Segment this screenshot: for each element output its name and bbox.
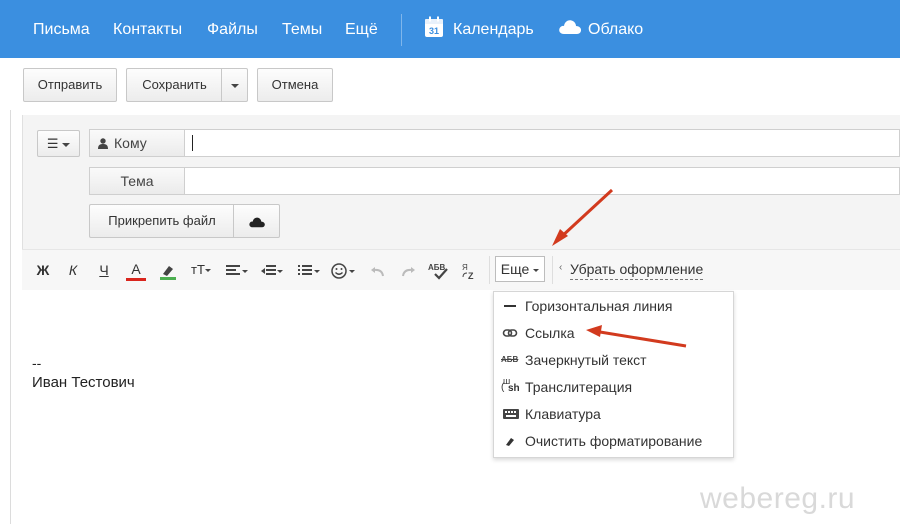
link-icon	[502, 329, 518, 337]
marker-icon	[160, 266, 176, 281]
top-navigation-bar: Письма Контакты Файлы Темы Ещё 31 Календ…	[0, 0, 900, 58]
attach-from-cloud-button[interactable]	[233, 204, 280, 238]
undo-icon	[371, 267, 384, 277]
menu-item-label: Горизонтальная линия	[525, 298, 673, 314]
nav-divider	[401, 14, 402, 46]
calendar-day: 31	[429, 26, 439, 36]
transliterate-toolbar-button[interactable]: Я Z	[460, 259, 478, 281]
chevron-down-icon	[62, 142, 71, 147]
subject-input[interactable]	[185, 167, 900, 195]
signature-name: Иван Тестович	[32, 374, 135, 391]
menu-item-strikethrough[interactable]: АБВ Зачеркнутый текст	[494, 347, 733, 373]
more-formatting-label: Еще	[500, 261, 530, 277]
chevron-down-icon	[204, 269, 211, 273]
to-input[interactable]	[185, 129, 900, 157]
chevron-left-icon: ‹	[559, 262, 563, 273]
text-cursor	[192, 135, 193, 151]
menu-item-label: Транслитерация	[525, 379, 633, 395]
indent-button[interactable]	[260, 259, 284, 281]
numbered-list-icon	[298, 265, 320, 276]
menu-item-label: Очистить форматирование	[525, 433, 703, 449]
menu-item-label: Ссылка	[525, 325, 575, 341]
nav-calendar[interactable]: Календарь	[453, 19, 534, 41]
chevron-down-icon	[533, 268, 540, 272]
menu-item-clear-formatting[interactable]: Очистить форматирование	[494, 428, 733, 454]
more-formatting-button[interactable]: Еще	[495, 256, 545, 282]
font-size-icon: тT	[191, 262, 205, 277]
nav-cloud[interactable]: Облако	[588, 19, 643, 41]
subject-field-label: Тема	[89, 167, 185, 195]
horizontal-line-icon	[504, 305, 516, 307]
redo-icon	[402, 267, 415, 277]
eraser-icon	[506, 438, 514, 446]
highlight-color-button[interactable]	[157, 259, 179, 281]
spellcheck-button[interactable]: АБВ	[427, 259, 455, 281]
signature-separator: --	[32, 355, 42, 371]
chevron-down-icon	[230, 83, 239, 88]
calendar-icon[interactable]: 31	[424, 16, 444, 38]
cloud-icon	[248, 217, 265, 227]
nav-files[interactable]: Файлы	[207, 19, 258, 41]
formatting-toolbar: Ж К Ч А тT АБВ Я Z	[22, 249, 900, 291]
menu-item-label: Зачеркнутый текст	[525, 352, 647, 368]
bold-button[interactable]: Ж	[34, 259, 52, 281]
fields-menu-button[interactable]: ☰	[37, 130, 80, 157]
redo-button[interactable]	[399, 259, 417, 281]
emoji-button[interactable]	[330, 259, 358, 281]
indent-icon	[261, 265, 283, 276]
to-field-label: Кому	[114, 135, 147, 151]
align-button[interactable]	[225, 259, 249, 281]
to-field-label-box: Кому	[89, 129, 185, 157]
toolbar-divider	[552, 256, 553, 284]
remove-formatting-link[interactable]: Убрать оформление	[570, 259, 704, 280]
transliteration-icon: ш sh (	[501, 376, 520, 394]
font-size-button[interactable]: тT	[189, 259, 213, 281]
toolbar-divider	[489, 256, 490, 284]
text-color-button[interactable]: А	[126, 260, 146, 281]
menu-item-link[interactable]: Ссылка	[494, 320, 733, 346]
spellcheck-icon: АБВ	[428, 263, 448, 280]
smiley-icon	[331, 263, 355, 280]
menu-item-transliteration[interactable]: ш sh ( Транслитерация	[494, 374, 733, 400]
person-icon	[98, 138, 108, 149]
cancel-button[interactable]: Отмена	[257, 68, 333, 102]
watermark: webereg.ru	[700, 482, 856, 515]
nav-mail[interactable]: Письма	[33, 19, 90, 41]
keyboard-icon	[503, 409, 519, 419]
transliteration-icon: Я Z	[462, 263, 474, 281]
save-options-dropdown[interactable]	[221, 68, 248, 102]
menu-item-label: Клавиатура	[525, 406, 601, 422]
attach-file-button[interactable]: Прикрепить файл	[89, 204, 234, 238]
svg-text:Z: Z	[468, 271, 474, 280]
list-icon: ☰	[46, 136, 59, 151]
left-panel-edge	[0, 110, 11, 524]
save-button[interactable]: Сохранить	[126, 68, 222, 102]
more-formatting-menu: Горизонтальная линия Ссылка АБВ Зачеркну…	[493, 291, 734, 458]
menu-item-horizontal-line[interactable]: Горизонтальная линия	[494, 293, 733, 319]
nav-contacts[interactable]: Контакты	[113, 19, 182, 41]
svg-text:АБВ: АБВ	[428, 263, 446, 272]
nav-more[interactable]: Ещё	[345, 19, 378, 41]
cloud-icon[interactable]	[558, 18, 582, 35]
list-button[interactable]	[297, 259, 321, 281]
menu-item-keyboard[interactable]: Клавиатура	[494, 401, 733, 427]
undo-button[interactable]	[369, 259, 387, 281]
underline-button[interactable]: Ч	[95, 259, 113, 281]
italic-button[interactable]: К	[64, 259, 82, 281]
align-left-icon	[226, 265, 248, 276]
strikethrough-icon: АБВ	[501, 355, 519, 364]
send-button[interactable]: Отправить	[23, 68, 117, 102]
nav-themes[interactable]: Темы	[282, 19, 322, 41]
